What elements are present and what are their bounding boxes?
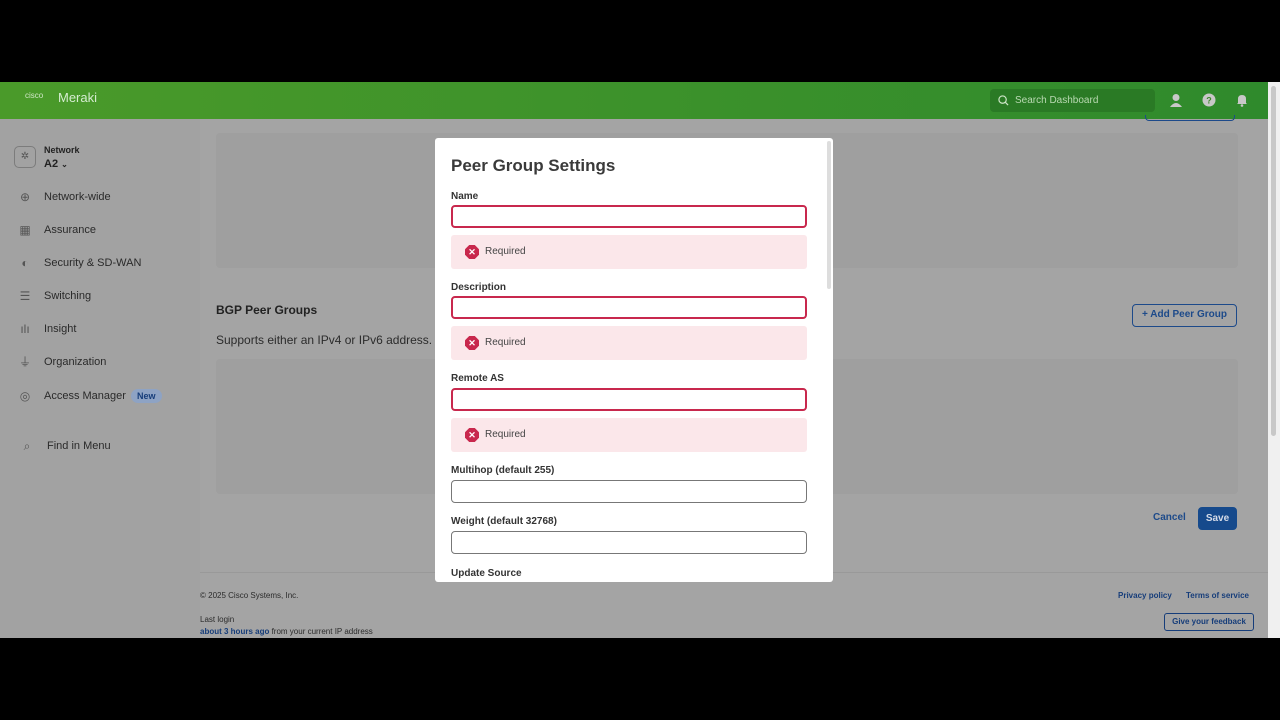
sidebar-item-insight[interactable]: ılı Insight [0, 319, 200, 341]
peer-group-settings-modal: Peer Group Settings Name ✕ Required Descr… [435, 138, 833, 582]
find-in-menu-label: Find in Menu [47, 440, 111, 452]
error-text: Required [485, 246, 526, 257]
sidebar-item-label: Assurance [44, 224, 96, 236]
privacy-policy-link[interactable]: Privacy policy [1118, 591, 1172, 600]
error-icon: ✕ [465, 336, 479, 350]
last-login-link[interactable]: about 3 hours ago [200, 627, 269, 636]
description-input[interactable] [451, 296, 807, 319]
search-icon [998, 95, 1009, 106]
new-badge: New [131, 389, 162, 403]
sidebar-item-assurance[interactable]: ▦ Assurance [0, 220, 200, 242]
remote-as-error: ✕ Required [451, 418, 807, 452]
bar-chart-icon: ılı [20, 322, 30, 336]
svg-text:?: ? [1206, 96, 1212, 106]
last-login-suffix: from your current IP address [269, 627, 373, 636]
terms-of-service-link[interactable]: Terms of service [1186, 591, 1249, 600]
sidebar-item-organization[interactable]: ⏚ Organization [0, 352, 200, 374]
sidebar-item-security-sd-wan[interactable]: ◐ Security & SD-WAN [0, 253, 200, 275]
name-label: Name [451, 191, 479, 202]
sidebar-item-switching[interactable]: ☰ Switching [0, 286, 200, 308]
search-placeholder: Search Dashboard [1015, 95, 1099, 106]
sidebar-item-network-wide[interactable]: ⊕ Network-wide [0, 187, 200, 209]
sidebar-item-label: Insight [44, 323, 77, 335]
update-source-label: Update Source [451, 568, 522, 579]
switch-icon: ☰ [19, 289, 31, 303]
sidebar-item-label: Security & SD-WAN [44, 257, 142, 269]
multihop-input[interactable] [451, 480, 807, 503]
sidebar-item-label: Access Manager [44, 390, 126, 402]
sidebar-item-label: Network-wide [44, 191, 111, 203]
remote-as-label: Remote AS [451, 373, 504, 384]
bell-icon[interactable] [1235, 93, 1249, 107]
remote-as-input[interactable] [451, 388, 807, 411]
globe-icon: ⊕ [19, 190, 31, 204]
modal-title: Peer Group Settings [451, 156, 616, 175]
help-icon[interactable]: ? [1202, 93, 1216, 107]
sidebar-item-label: Organization [44, 356, 107, 368]
error-text: Required [485, 337, 526, 348]
shield-icon: ◐ [21, 256, 29, 270]
error-icon: ✕ [465, 245, 479, 259]
fingerprint-icon: ◎ [19, 389, 31, 403]
multihop-label: Multihop (default 255) [451, 465, 555, 476]
feedback-button[interactable]: Give your feedback [1164, 613, 1254, 631]
network-icon: ✲ [14, 146, 36, 168]
error-text: Required [485, 429, 526, 440]
weight-input[interactable] [451, 531, 807, 554]
sidebar-item-label: Switching [44, 290, 92, 302]
cisco-logo-text: cisco [25, 91, 44, 100]
description-label: Description [451, 282, 507, 293]
cisco-meraki-logo[interactable]: cisco Meraki [25, 91, 97, 104]
cancel-button[interactable]: Cancel [1153, 512, 1186, 523]
network-value: A2 [44, 158, 59, 170]
name-input[interactable] [451, 205, 807, 228]
section-title: BGP Peer Groups [216, 303, 318, 317]
add-peer-group-label: Add Peer Group [1150, 309, 1227, 320]
meraki-dashboard: cisco Meraki Search Dashboard ? ✲ Networ… [0, 82, 1268, 638]
save-button[interactable]: Save [1198, 507, 1237, 530]
scrollbar-thumb[interactable] [1271, 86, 1276, 436]
section-subtitle: Supports either an IPv4 or IPv6 address. [216, 333, 433, 347]
last-login-info: about 3 hours ago from your current IP a… [200, 627, 373, 636]
find-menu-icon: ⌕ [23, 439, 31, 453]
chevron-down-icon: ⌄ [61, 160, 68, 169]
assurance-icon: ▦ [19, 223, 31, 237]
description-error: ✕ Required [451, 326, 807, 360]
meraki-logo-text: Meraki [58, 90, 98, 105]
weight-label: Weight (default 32768) [451, 516, 557, 527]
page-scrollbar[interactable] [1268, 82, 1280, 638]
copyright: © 2025 Cisco Systems, Inc. [200, 591, 299, 600]
sidebar-item-access-manager[interactable]: ◎ Access Manager New [0, 386, 200, 408]
last-login-label: Last login [200, 615, 235, 624]
sidebar: ✲ Network A2 ⌄ ⊕ Network-wide ▦ Assurance … [0, 119, 200, 638]
error-icon: ✕ [465, 428, 479, 442]
search-input[interactable]: Search Dashboard [990, 89, 1155, 112]
user-icon[interactable] [1169, 93, 1183, 107]
add-peer-group-button[interactable]: + Add Peer Group [1132, 304, 1237, 327]
network-label: Network [44, 145, 80, 155]
top-button-edge[interactable] [1145, 115, 1235, 121]
organization-icon: ⏚ [18, 355, 31, 369]
find-in-menu[interactable]: ⌕ Find in Menu [0, 436, 200, 458]
name-error: ✕ Required [451, 235, 807, 269]
modal-scrollbar[interactable] [827, 141, 831, 289]
top-header: cisco Meraki Search Dashboard ? [0, 82, 1268, 119]
network-selector[interactable]: A2 ⌄ [44, 158, 68, 170]
